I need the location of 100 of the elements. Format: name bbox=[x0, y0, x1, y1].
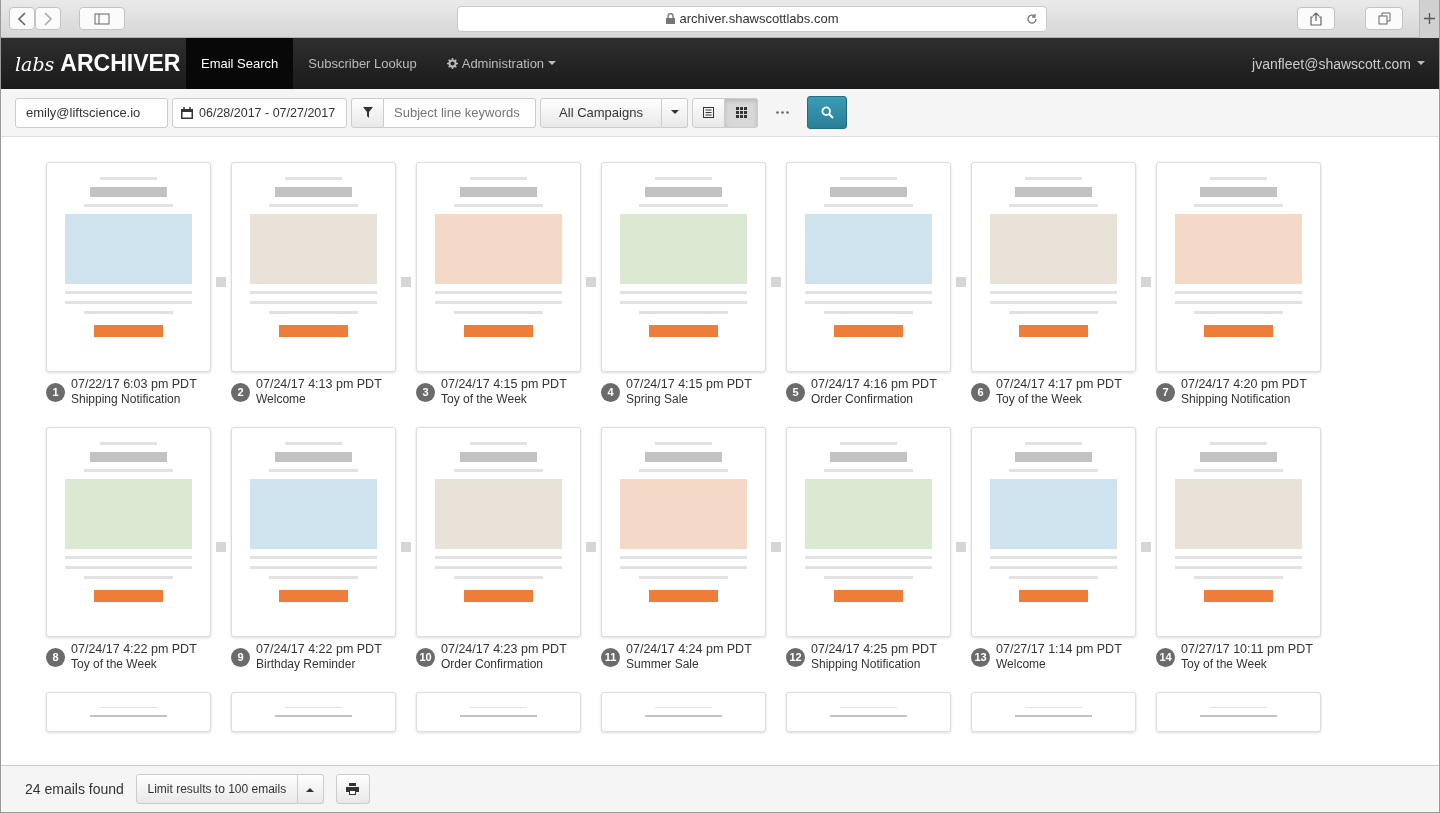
grid-icon bbox=[735, 107, 747, 118]
email-date: 07/24/17 4:25 pm PDT bbox=[811, 642, 937, 657]
nav-tab[interactable]: Administration bbox=[431, 38, 572, 89]
campaign-name: Shipping Notification bbox=[71, 392, 182, 407]
email-preview-image[interactable] bbox=[1156, 427, 1321, 637]
date-range-field[interactable]: 06/28/2017 - 07/27/2017 bbox=[172, 97, 347, 128]
email-preview-image[interactable] bbox=[231, 692, 396, 732]
email-preview-image[interactable] bbox=[786, 427, 951, 637]
campaign-name: Toy of the Week bbox=[71, 657, 158, 672]
campaign-name: Order Confirmation bbox=[441, 657, 545, 672]
campaign-name: Summer Sale bbox=[626, 657, 700, 672]
gear-icon bbox=[446, 58, 458, 69]
calendar-icon bbox=[181, 106, 193, 119]
share-icon bbox=[1310, 11, 1322, 26]
more-icon[interactable] bbox=[776, 111, 789, 114]
email-preview-image[interactable] bbox=[786, 162, 951, 372]
url-text: archiver.shawscottlabs.com bbox=[679, 11, 839, 26]
email-preview-image[interactable] bbox=[46, 692, 211, 732]
email-field[interactable]: emily@liftscience.io bbox=[15, 97, 168, 128]
grid-view-button[interactable] bbox=[725, 97, 758, 128]
nav-tab[interactable]: Subscriber Lookup bbox=[293, 38, 432, 89]
logo-text: ARCHIVER bbox=[60, 50, 181, 77]
nav-tab[interactable]: Email Search bbox=[186, 38, 294, 89]
email-date: 07/24/17 4:16 pm PDT bbox=[811, 377, 937, 392]
search-button[interactable] bbox=[807, 96, 847, 129]
email-preview-image[interactable] bbox=[601, 162, 766, 372]
caret-up-icon bbox=[306, 786, 315, 792]
email-preview-image[interactable] bbox=[601, 692, 766, 732]
tabs-icon bbox=[1377, 12, 1391, 25]
email-date: 07/24/17 4:23 pm PDT bbox=[441, 642, 567, 657]
campaign-name: Shipping Notification bbox=[811, 657, 922, 672]
email-preview-image[interactable] bbox=[231, 427, 396, 637]
result-number-badge: 8 bbox=[46, 647, 65, 667]
sidebar-icon bbox=[94, 12, 110, 25]
campaign-name: Welcome bbox=[256, 392, 307, 407]
address-bar[interactable]: archiver.shawscottlabs.com bbox=[457, 5, 1047, 32]
caret-icon bbox=[1417, 61, 1425, 66]
result-number-badge: 12 bbox=[786, 647, 805, 667]
filter-button[interactable] bbox=[351, 97, 384, 128]
campaign-name: Toy of the Week bbox=[1181, 657, 1268, 672]
tabs-button[interactable] bbox=[1365, 7, 1403, 30]
email-preview-image[interactable] bbox=[971, 162, 1136, 372]
email-date: 07/27/17 10:11 pm PDT bbox=[1181, 642, 1313, 657]
result-number-badge: 5 bbox=[786, 382, 805, 402]
campaign-name: Welcome bbox=[996, 657, 1047, 672]
email-date: 07/24/17 4:17 pm PDT bbox=[996, 377, 1122, 392]
reload-icon[interactable] bbox=[1026, 12, 1038, 25]
campaign-name: Shipping Notification bbox=[1181, 392, 1292, 407]
email-preview-image[interactable] bbox=[416, 692, 581, 732]
email-preview-image[interactable] bbox=[231, 162, 396, 372]
printer-icon bbox=[346, 783, 360, 795]
lock-icon bbox=[665, 13, 675, 24]
forward-button[interactable] bbox=[35, 7, 61, 30]
caret-icon bbox=[548, 61, 557, 66]
email-preview-image[interactable] bbox=[416, 427, 581, 637]
email-preview-image[interactable] bbox=[971, 692, 1136, 732]
email-date: 07/24/17 4:20 pm PDT bbox=[1181, 377, 1307, 392]
email-date: 07/27/17 1:14 pm PDT bbox=[996, 642, 1122, 657]
email-preview-image[interactable] bbox=[786, 692, 951, 732]
email-date: 07/24/17 4:15 pm PDT bbox=[626, 377, 752, 392]
campaign-name: Spring Sale bbox=[626, 392, 690, 407]
results-count: 24 emails found bbox=[25, 781, 124, 797]
result-number-badge: 4 bbox=[601, 382, 620, 402]
email-preview-image[interactable] bbox=[971, 427, 1136, 637]
email-date: 07/24/17 4:13 pm PDT bbox=[256, 377, 382, 392]
list-view-button[interactable] bbox=[692, 97, 725, 128]
share-button[interactable] bbox=[1297, 7, 1335, 30]
result-number-badge: 14 bbox=[1156, 647, 1175, 667]
campaign-name: Toy of the Week bbox=[441, 392, 528, 407]
result-number-badge: 10 bbox=[416, 647, 435, 667]
email-date: 07/24/17 4:22 pm PDT bbox=[71, 642, 197, 657]
email-preview-image[interactable] bbox=[416, 162, 581, 372]
filter-icon bbox=[362, 107, 373, 118]
campaign-name: Toy of the Week bbox=[996, 392, 1083, 407]
email-preview-image[interactable] bbox=[1156, 692, 1321, 732]
email-date: 07/24/17 4:24 pm PDT bbox=[626, 642, 752, 657]
email-preview-image[interactable] bbox=[46, 162, 211, 372]
result-number-badge: 6 bbox=[971, 382, 990, 402]
email-preview-image[interactable] bbox=[1156, 162, 1321, 372]
email-date: 07/24/17 4:22 pm PDT bbox=[256, 642, 382, 657]
dropup-caret-button[interactable] bbox=[297, 774, 324, 804]
result-number-badge: 7 bbox=[1156, 382, 1175, 402]
sidebar-button[interactable] bbox=[79, 7, 125, 30]
subject-search-field[interactable]: Subject line keywords bbox=[384, 97, 536, 128]
email-preview-image[interactable] bbox=[601, 427, 766, 637]
user-menu[interactable]: jvanfleet@shawscott.com bbox=[1252, 55, 1425, 72]
result-number-badge: 1 bbox=[46, 382, 65, 402]
limit-results-button[interactable]: Limit results to 100 emails bbox=[135, 774, 298, 804]
logo-prefix: labs bbox=[15, 53, 55, 75]
campaign-dropdown[interactable]: All Campaigns bbox=[540, 97, 662, 128]
email-date: 07/22/17 6:03 pm PDT bbox=[71, 377, 197, 392]
campaign-name: Birthday Reminder bbox=[256, 657, 357, 672]
caret-icon bbox=[670, 110, 679, 115]
result-number-badge: 3 bbox=[416, 382, 435, 402]
result-number-badge: 2 bbox=[231, 382, 250, 402]
email-preview-image[interactable] bbox=[46, 427, 211, 637]
new-tab-button[interactable] bbox=[1419, 0, 1439, 38]
print-button[interactable] bbox=[335, 774, 370, 804]
back-button[interactable] bbox=[9, 7, 35, 30]
email-date: 07/24/17 4:15 pm PDT bbox=[441, 377, 567, 392]
